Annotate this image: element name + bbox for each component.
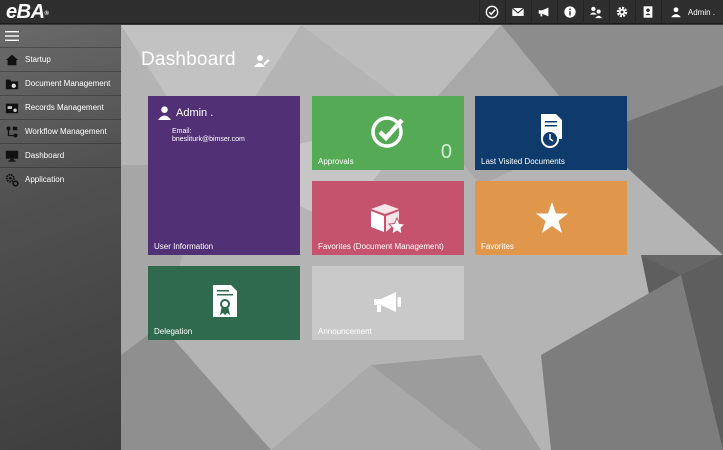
tile-delegation[interactable]: Delegation <box>148 266 300 340</box>
megaphone-icon <box>374 292 401 312</box>
sidebar-item-label: Workflow Management <box>25 127 107 136</box>
email-label: Email: <box>172 128 192 135</box>
workflow-icon <box>6 125 18 138</box>
approvals-count: 0 <box>440 141 452 163</box>
sidebar-item-dashboard[interactable]: Dashboard <box>0 143 121 167</box>
megaphone-icon[interactable] <box>530 0 557 24</box>
customize-dashboard-icon[interactable] <box>254 54 270 68</box>
sidebar-item-label: Startup <box>25 55 51 64</box>
app-logo[interactable]: eBA® <box>6 1 49 23</box>
tile-favorites[interactable]: Favorites <box>475 181 627 255</box>
box-star-icon <box>371 204 407 235</box>
sidebar: Startup Document Management Records Mana… <box>0 25 121 450</box>
sidebar-item-startup[interactable]: Startup <box>0 47 121 71</box>
tile-label: Announcement <box>318 327 372 336</box>
sidebar-item-application[interactable]: Application <box>0 167 121 191</box>
gear-icon[interactable] <box>608 0 635 24</box>
sidebar-item-label: Dashboard <box>25 151 65 160</box>
tile-label: Favorites <box>481 242 514 251</box>
document-user-icon[interactable] <box>634 0 661 24</box>
sidebar-item-label: Records Management <box>25 103 104 112</box>
tile-user-information[interactable]: Admin . Email: bnesliturk@bimser.com Use… <box>148 96 300 255</box>
approvals-check-icon[interactable] <box>478 0 505 24</box>
sidebar-item-document-management[interactable]: Document Management <box>0 71 121 95</box>
tile-approvals[interactable]: 0 Approvals <box>312 96 464 170</box>
top-toolbar: Admin . <box>478 0 723 24</box>
document-clock-icon <box>541 114 562 148</box>
info-icon[interactable] <box>556 0 583 24</box>
sidebar-item-workflow-management[interactable]: Workflow Management <box>0 119 121 143</box>
mail-icon[interactable] <box>504 0 531 24</box>
user-avatar-icon <box>671 7 681 18</box>
check-circle-icon <box>371 116 404 148</box>
top-bar: eBA® Admin . <box>0 0 723 24</box>
user-email: bnesliturk@bimser.com <box>172 136 245 143</box>
application-gear-icon <box>5 173 19 187</box>
tile-label: Delegation <box>154 327 193 336</box>
hamburger-icon <box>5 31 19 41</box>
home-icon <box>5 54 19 65</box>
menu-toggle-button[interactable] <box>0 25 121 47</box>
page-title: Dashboard <box>141 49 236 70</box>
user-icon <box>157 106 172 120</box>
user-menu-label: Admin . <box>687 7 715 17</box>
sidebar-item-records-management[interactable]: Records Management <box>0 95 121 119</box>
folder-gear-icon <box>5 79 19 89</box>
user-name: Admin . <box>176 106 214 119</box>
tile-announcement[interactable]: Announcement <box>312 266 464 340</box>
tile-label: User Information <box>154 242 214 251</box>
tile-label: Approvals <box>318 157 354 166</box>
tile-label: Last Visited Documents <box>481 157 565 166</box>
star-icon <box>536 202 568 233</box>
certificate-icon <box>213 285 237 317</box>
records-icon <box>5 103 19 113</box>
tile-label: Favorites (Document Management) <box>318 242 444 251</box>
main-content: Dashboard Admin . Email: bnesliturk@bims… <box>121 25 723 450</box>
tile-last-visited-documents[interactable]: Last Visited Documents <box>475 96 627 170</box>
sidebar-item-label: Application <box>25 175 65 184</box>
monitor-icon <box>5 150 19 162</box>
tile-favorites-document-management[interactable]: Favorites (Document Management) <box>312 181 464 255</box>
sidebar-item-label: Document Management <box>25 79 111 88</box>
user-menu[interactable]: Admin . <box>660 0 723 24</box>
users-icon[interactable] <box>582 0 609 24</box>
user-header: Admin . <box>157 105 213 120</box>
